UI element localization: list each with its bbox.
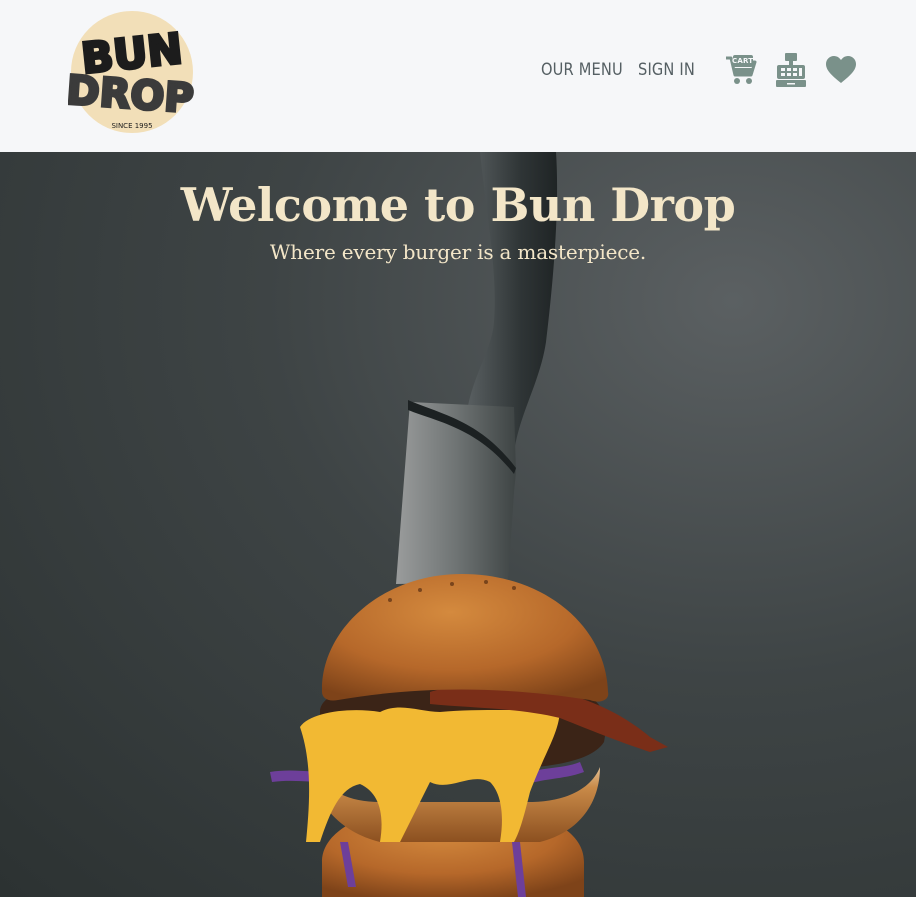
hero-subtitle: Where every burger is a masterpiece. bbox=[269, 240, 647, 264]
favorites-button[interactable] bbox=[822, 51, 860, 89]
cash-register-icon bbox=[776, 53, 806, 87]
heart-icon bbox=[826, 56, 856, 83]
checkout-button[interactable] bbox=[772, 51, 810, 89]
burger bbox=[270, 574, 668, 897]
hero-title: Welcome to Bun Drop bbox=[180, 178, 736, 232]
cart-icon-label: CART bbox=[732, 57, 754, 65]
bun-drop-logo[interactable]: BUN DROP SINCE 1995 bbox=[68, 10, 200, 134]
main-nav: OUR MENU SIGN IN CART bbox=[541, 50, 860, 90]
hero-section: Welcome to Bun Drop Where every burger i… bbox=[0, 152, 916, 897]
logo-wordmark: BUN DROP bbox=[68, 22, 197, 124]
logo-tagline: SINCE 1995 bbox=[111, 122, 152, 130]
logo-line-2: DROP bbox=[68, 68, 195, 123]
nav-sign-in-link[interactable]: SIGN IN bbox=[638, 60, 695, 80]
site-header: BUN DROP SINCE 1995 OUR MENU SIGN IN CAR… bbox=[0, 0, 916, 152]
nav-our-menu-link[interactable]: OUR MENU bbox=[541, 60, 623, 80]
cart-button[interactable]: CART bbox=[722, 51, 760, 89]
